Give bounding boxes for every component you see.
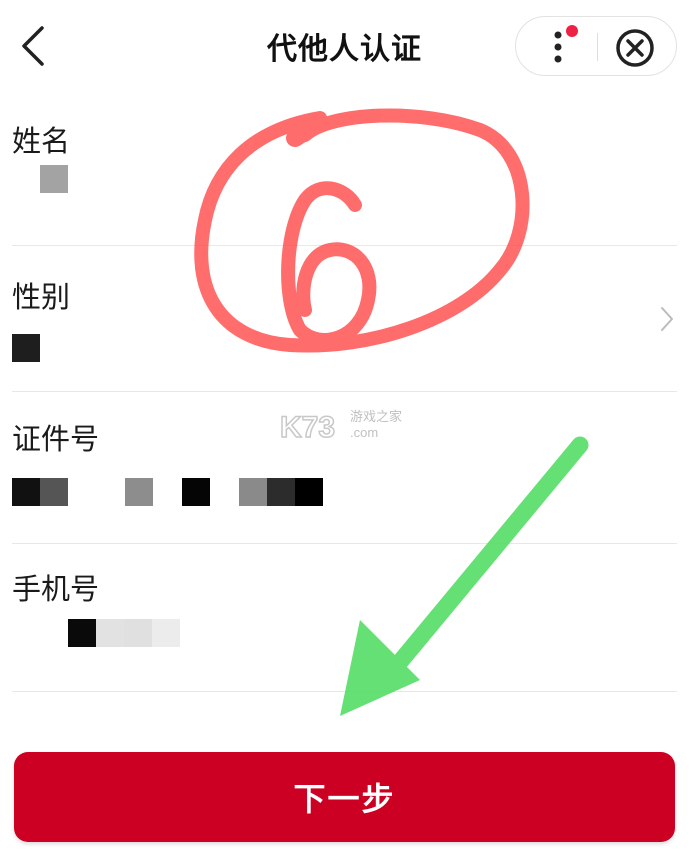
phone-value-redacted [12,619,192,647]
notification-dot [566,25,578,37]
watermark-logo: K73 游戏之家 .com [280,409,402,445]
watermark-domain: .com [350,425,378,440]
phone-label: 手机号 [12,572,100,606]
next-step-button[interactable]: 下一步 [14,752,675,842]
gender-field[interactable]: 性别 [12,246,677,392]
mini-program-capsule [515,16,677,76]
more-vertical-icon [554,25,578,63]
name-label: 姓名 [12,124,71,158]
name-field[interactable]: 姓名 [12,92,677,246]
nav-header: 代他人认证 [0,0,689,92]
watermark-cn: 游戏之家 [350,409,402,425]
divider [12,691,677,692]
watermark-brand: K73 [280,411,335,444]
name-value-redacted [12,165,72,193]
more-button[interactable] [540,23,584,71]
gender-label: 性别 [12,280,71,314]
id-number-label: 证件号 [12,422,100,456]
phone-field[interactable]: 手机号 [12,544,677,692]
chevron-right-icon [661,307,673,331]
capsule-divider [597,33,598,61]
close-button[interactable] [613,26,657,70]
gender-value-redacted [12,334,42,362]
id-number-value-redacted [12,478,332,506]
close-circle-icon [616,29,654,67]
